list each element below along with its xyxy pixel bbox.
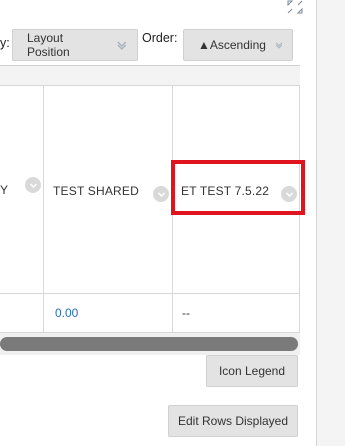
expand-icon[interactable] [287,0,303,14]
column-header-2: TEST SHARED [53,184,139,198]
layout-position-select[interactable]: Layout Position [12,29,138,61]
grid-top-strip [0,66,300,86]
table-cell-value: -- [182,306,190,320]
header-row-divider [0,293,300,294]
chevron-down-icon [117,41,127,50]
chevron-down-icon [275,42,283,49]
order-select-value: ▲Ascending [198,38,266,52]
table-cell-value[interactable]: 0.00 [55,306,78,320]
column-divider [43,86,44,338]
column-menu-icon[interactable] [25,177,41,193]
right-side-panel [316,0,345,446]
order-select[interactable]: ▲Ascending [183,29,293,61]
order-label: Order: [142,31,178,45]
highlight-annotation-box [171,160,305,215]
icon-legend-button[interactable]: Icon Legend [206,355,298,387]
horizontal-scrollbar-thumb[interactable] [0,337,298,351]
layout-position-select-value: Layout Position [27,31,70,59]
sort-by-label: y: [0,36,10,50]
column-menu-icon[interactable] [153,186,169,202]
edit-rows-displayed-button[interactable]: Edit Rows Displayed [168,405,298,437]
column-header-1: Y [0,183,9,197]
